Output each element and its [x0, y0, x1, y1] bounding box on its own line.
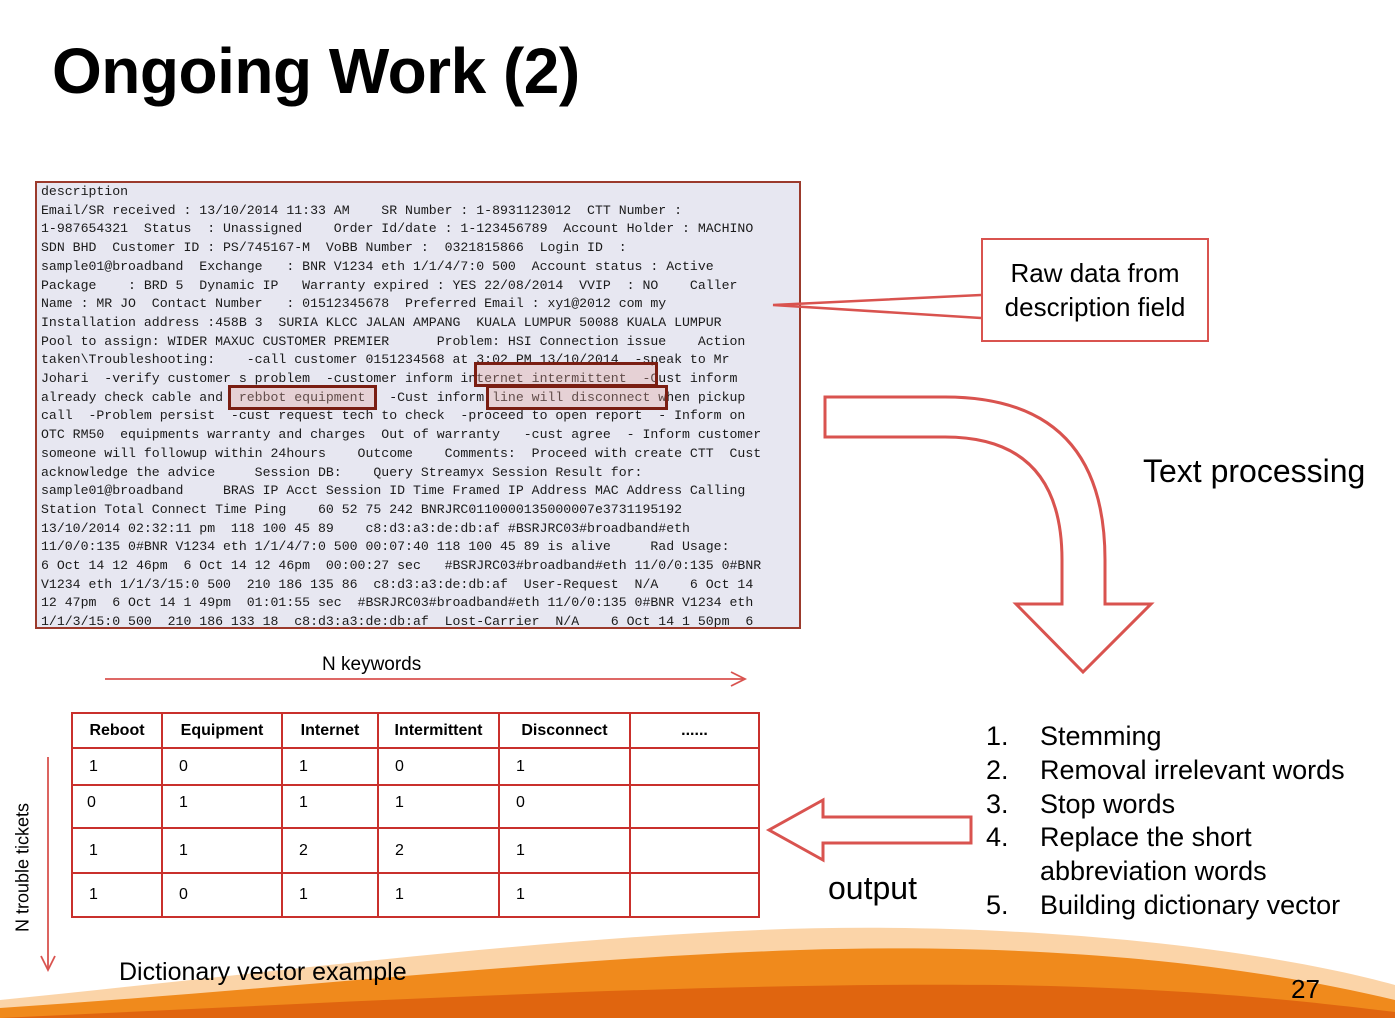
table-cell: 1: [161, 827, 283, 874]
table-cell: 2: [377, 827, 500, 874]
table-row: 1 0 1 1 1: [71, 872, 760, 918]
table-cell: 1: [71, 827, 163, 874]
table-header-cell: Intermittent: [377, 712, 500, 749]
dictionary-vector-table: Reboot Equipment Internet Intermittent D…: [71, 712, 760, 918]
step-text: Replace the short: [1040, 822, 1252, 853]
step-text: Stemming: [1040, 721, 1162, 751]
table-header-cell: Internet: [281, 712, 379, 749]
table-header-cell: Disconnect: [498, 712, 631, 749]
table-cell: 0: [498, 784, 631, 829]
output-arrow: [765, 797, 973, 863]
table-header-cell: Reboot: [71, 712, 163, 749]
step-number: 3.: [986, 788, 1009, 819]
step-text: Removal irrelevant words: [1040, 754, 1345, 785]
step-text: abbreviation words: [1040, 856, 1267, 887]
table-row: 1 0 1 0 1: [71, 747, 760, 786]
step-number: 4.: [986, 822, 1009, 853]
step-text: Building dictionary vector: [1040, 889, 1341, 920]
table-cell: 1: [498, 747, 631, 786]
table-cell: [629, 872, 760, 918]
table-cell: 1: [281, 747, 379, 786]
table-cell: 1: [161, 784, 283, 829]
dictionary-caption: Dictionary vector example: [119, 958, 407, 986]
table-cell: 0: [161, 747, 283, 786]
table-cell: 1: [377, 784, 500, 829]
table-cell: 1: [71, 872, 163, 918]
step-number: 2.: [986, 754, 1009, 785]
table-header-cell: ......: [629, 712, 760, 749]
text-processing-label: Text processing: [1143, 453, 1366, 489]
n-keywords-label: N keywords: [322, 654, 422, 675]
step-number: 5.: [986, 889, 1009, 920]
table-cell: 0: [71, 784, 163, 829]
table-cell: 1: [498, 827, 631, 874]
table-cell: 0: [377, 747, 500, 786]
text-processing-arrow: [823, 395, 1155, 675]
callout-pointer: [772, 293, 982, 320]
table-cell: 1: [281, 872, 379, 918]
step-number: 1.: [986, 721, 1009, 751]
table-header-row: Reboot Equipment Internet Intermittent D…: [71, 712, 760, 749]
table-cell: 1: [71, 747, 163, 786]
table-cell: [629, 747, 760, 786]
n-trouble-tickets-label: N trouble tickets: [12, 802, 33, 933]
table-cell: [629, 827, 760, 874]
table-cell: 0: [161, 872, 283, 918]
output-label: output: [828, 870, 917, 906]
table-row: 0 1 1 1 0: [71, 784, 760, 829]
table-row: 1 1 2 2 1: [71, 827, 760, 874]
table-cell: 1: [281, 784, 379, 829]
table-cell: 1: [377, 872, 500, 918]
table-cell: [629, 784, 760, 829]
table-cell: 1: [498, 872, 631, 918]
table-header-cell: Equipment: [161, 712, 283, 749]
step-text: Stop words: [1040, 788, 1176, 819]
table-cell: 2: [281, 827, 379, 874]
page-number: 27: [1291, 974, 1320, 1004]
